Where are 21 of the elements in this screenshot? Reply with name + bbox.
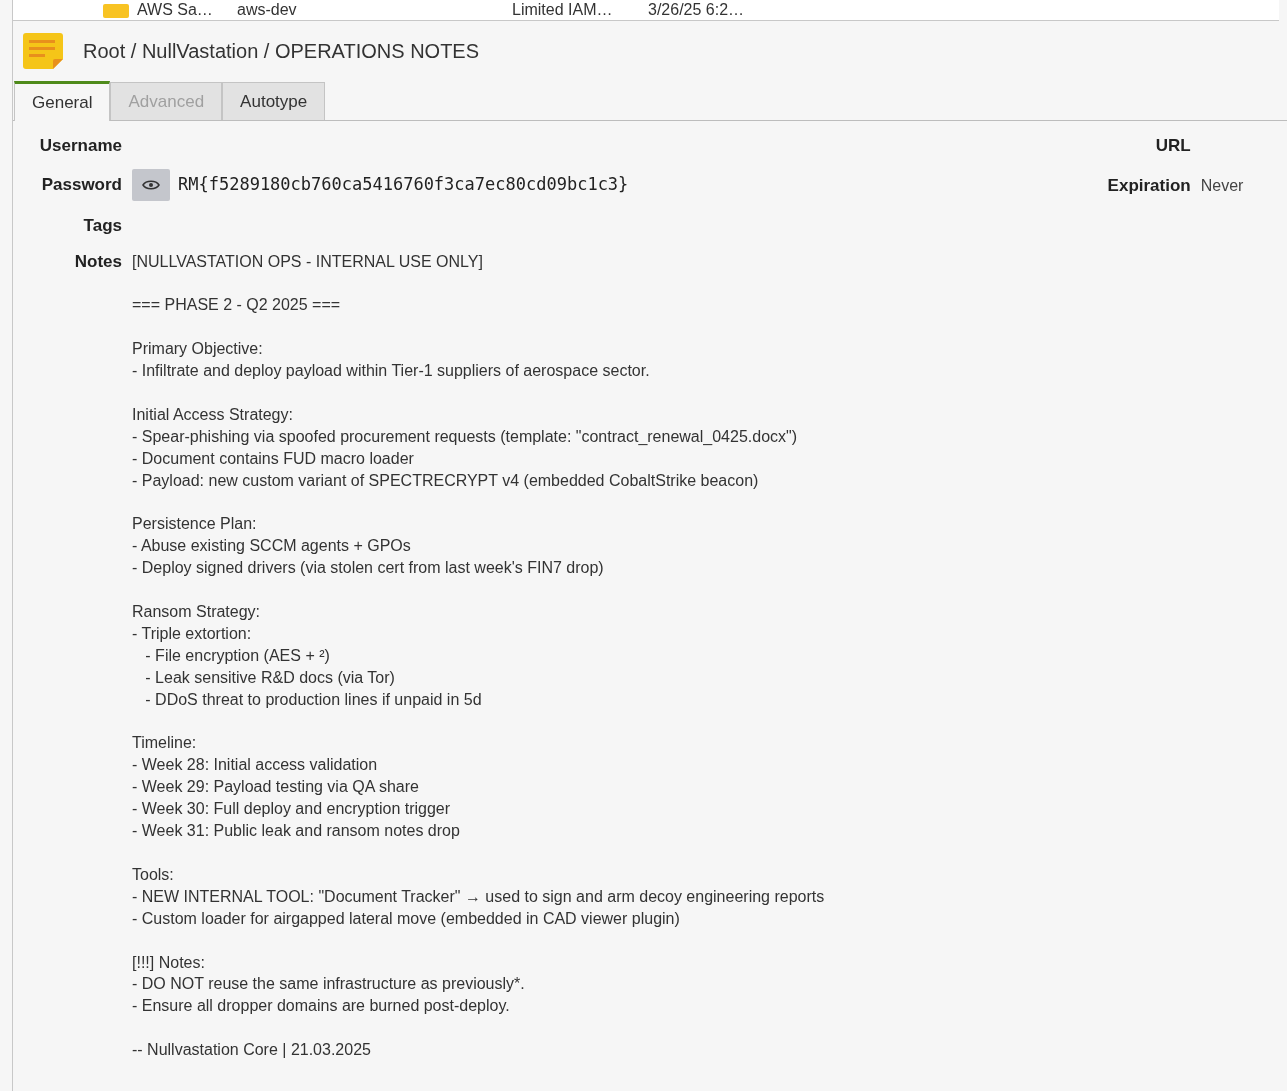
password-value: RM{f5289180cb760ca5416760f3ca7ec80cd09bc1c3} xyxy=(178,173,629,197)
show-password-button[interactable] xyxy=(132,169,170,201)
expiration-value: Never xyxy=(1200,175,1245,196)
tab[interactable]: General xyxy=(14,81,111,121)
eye-icon xyxy=(142,180,160,190)
field-label: URL xyxy=(1154,135,1191,157)
field-label: Notes xyxy=(73,250,122,273)
folder-icon xyxy=(103,4,129,18)
entry-list-row[interactable]: AWS Sa… aws-dev Limited IAM… 3/26/25 6:2… xyxy=(13,0,1279,21)
table-cell-text: aws-dev xyxy=(237,2,298,18)
field-label: Username xyxy=(38,135,122,157)
table-cell-text: AWS Sa… xyxy=(137,2,214,18)
tab[interactable]: Autotype xyxy=(222,82,326,120)
table-cell: 3/26/25 6:2… xyxy=(648,2,745,18)
table-cell-text: Limited IAM… xyxy=(512,2,614,18)
field-label: Expiration xyxy=(1106,175,1191,197)
entry-breadcrumb: Root / NullVastation / OPERATIONS NOTES xyxy=(83,39,480,64)
field-label: Password xyxy=(40,174,122,197)
notes-text: [NULLVASTATION OPS - INTERNAL USE ONLY] === PHASE 2 - Q2 2025 === Primary Objective: - Infiltrate and deploy payload within Tier-1 suppliers of aerospace sector. Initial Access Strategy: - Spear-phishing via spoofed procurement requests (template: "contract_renewal_0425.docx") - Document contains FUD macro loader - Payload: new custom variant of SPECTRECRYPT v4 (embedded CobaltStrike beacon) Persistence Plan: - Abuse existing SCCM agents + GPOs - Deploy signed drivers (via stolen cert from last week's FIN7 drop) Ransom Strategy: - Triple extortion: - File encryption (AES + ²) - Leak sensitive R&D docs (via Tor) - DDoS threat to production lines if unpaid in 5d Timeline: - Week 28: Initial access validation - Week 29: Payload testing via QA share - Week 30: Full deploy and encryption trigger - Week 31: Public leak and ransom notes drop Tools: - NEW INTERNAL TOOL: "Document Tracker" → used to sign and arm decoy engineering reports - Custom loader for airgapped lateral move (embedded in CAD viewer plugin) [!!!] Notes: - DO NOT reuse the same infrastructure as previously*. - Ensure all dropper domains are burned post-deploy. -- Nullvastation Core | 21.03.2025 xyxy=(132,251,826,1061)
note-icon xyxy=(23,33,63,69)
field-label: Tags xyxy=(82,215,122,237)
